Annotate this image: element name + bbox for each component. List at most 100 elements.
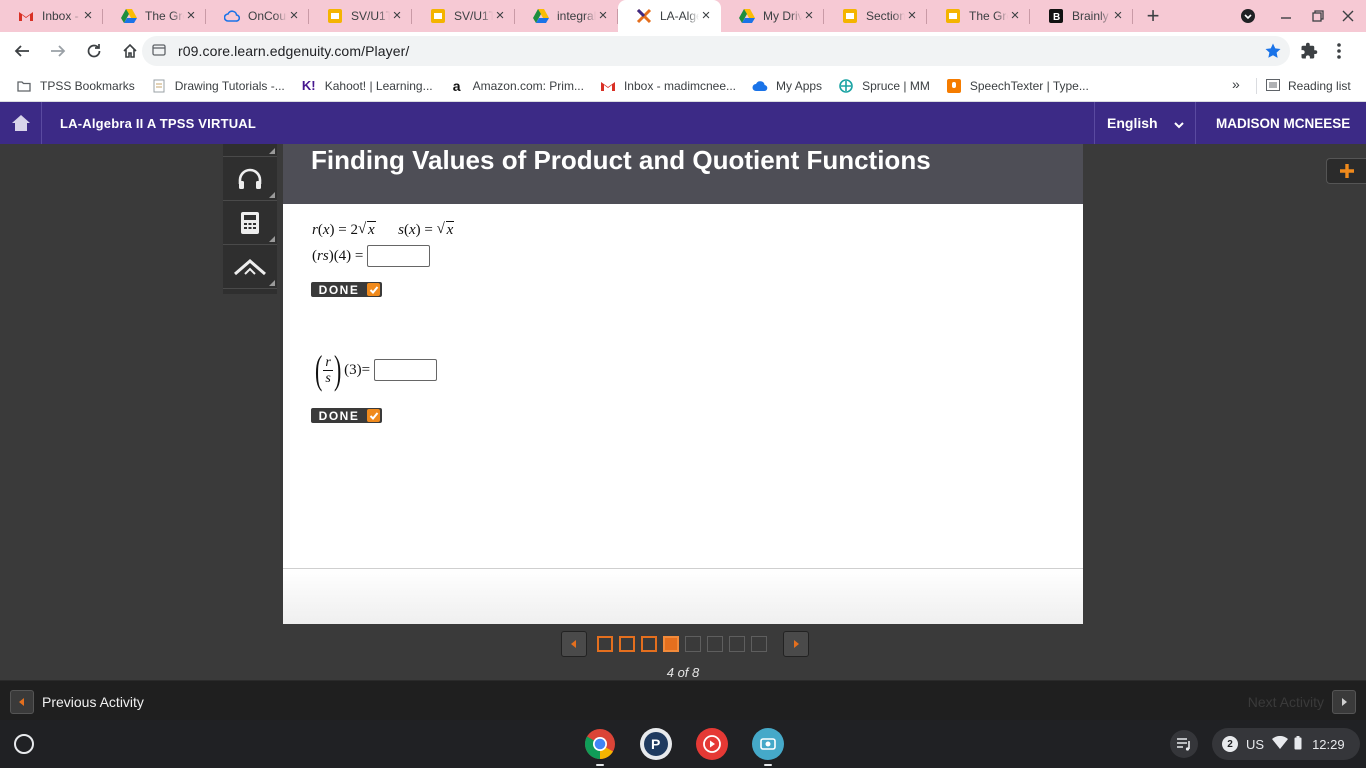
edgenuity-icon xyxy=(636,8,652,24)
page-box[interactable] xyxy=(597,636,613,652)
activity-bar: Previous Activity Next Activity xyxy=(0,680,1366,720)
bookmark-item[interactable]: K! Kahoot! | Learning... xyxy=(293,74,441,98)
page-box[interactable] xyxy=(729,636,745,652)
bookmark-label: Drawing Tutorials -... xyxy=(174,78,285,93)
previous-page-button[interactable] xyxy=(561,631,587,657)
chrome-app-icon[interactable] xyxy=(584,728,616,766)
app-running-indicator xyxy=(596,764,604,766)
bookmark-star-icon[interactable] xyxy=(1264,42,1282,63)
google-slides-icon xyxy=(945,8,961,24)
browser-tab[interactable]: The Great × xyxy=(927,0,1030,32)
calculator-tool-button[interactable] xyxy=(223,201,277,245)
restore-icon[interactable] xyxy=(1308,0,1328,32)
minimize-icon[interactable] xyxy=(1276,0,1296,32)
close-tab-icon[interactable]: × xyxy=(184,8,198,23)
browser-tab[interactable]: The Great × xyxy=(103,0,206,32)
next-page-button[interactable] xyxy=(783,631,809,657)
bookmark-item[interactable]: Spruce | MM xyxy=(830,74,938,98)
page-box[interactable] xyxy=(751,636,767,652)
close-tab-icon[interactable]: × xyxy=(596,8,610,23)
os-shelf: P 2 US 12:29 xyxy=(0,720,1366,768)
browser-tab[interactable]: Inbox - × xyxy=(0,0,103,32)
bookmark-item[interactable]: a Amazon.com: Prim... xyxy=(441,74,592,98)
headphones-icon xyxy=(238,168,262,189)
course-home-button[interactable] xyxy=(0,102,42,144)
screencastify-app-icon[interactable] xyxy=(752,728,784,766)
reload-icon[interactable] xyxy=(78,35,110,67)
new-tab-button[interactable]: + xyxy=(1133,0,1173,32)
quotient-answer-input[interactable] xyxy=(374,359,438,381)
media-controls-icon[interactable] xyxy=(1170,730,1198,758)
bookmark-label: Spruce | MM xyxy=(862,78,930,93)
browser-tab[interactable]: My Drive × xyxy=(721,0,824,32)
wifi-icon xyxy=(1272,735,1289,753)
close-tab-icon[interactable]: × xyxy=(905,8,919,23)
browser-tab[interactable]: B Brainly × xyxy=(1030,0,1133,32)
page-box[interactable] xyxy=(707,636,723,652)
bookmark-label: Amazon.com: Prim... xyxy=(472,78,584,93)
bookmark-item[interactable]: Inbox - madimcnee... xyxy=(592,74,744,98)
language-select[interactable]: English xyxy=(1094,102,1196,144)
bookmark-item[interactable]: My Apps xyxy=(744,74,830,98)
bookmark-item[interactable]: TPSS Bookmarks xyxy=(8,74,143,98)
tool-button-partial[interactable] xyxy=(223,144,277,157)
caret-left-icon xyxy=(571,640,576,648)
more-bookmarks-button[interactable]: » xyxy=(1232,76,1240,92)
audio-tool-button[interactable] xyxy=(223,157,277,201)
close-tab-icon[interactable]: × xyxy=(1008,8,1022,23)
page-box[interactable] xyxy=(641,636,657,652)
close-tab-icon[interactable]: × xyxy=(802,8,816,23)
site-info-icon[interactable] xyxy=(152,43,166,60)
product-function-label: rs xyxy=(317,247,329,264)
product-argument: (4) = xyxy=(333,247,364,264)
browser-tab-title: Brainly xyxy=(1072,9,1109,23)
status-tray[interactable]: 2 US 12:29 xyxy=(1212,728,1360,760)
page-box-current[interactable] xyxy=(663,636,679,652)
done-button-2[interactable]: DONE xyxy=(311,408,382,423)
tab-search-icon[interactable] xyxy=(1236,0,1260,32)
browser-tab[interactable]: Section × xyxy=(824,0,927,32)
close-tab-icon[interactable]: × xyxy=(699,8,713,23)
tools-sidebar xyxy=(223,144,277,294)
previous-activity-button[interactable]: Previous Activity xyxy=(10,690,144,714)
browser-tab[interactable]: OnCourse × xyxy=(206,0,309,32)
browser-tab[interactable]: integral × xyxy=(515,0,618,32)
product-answer-input[interactable] xyxy=(367,245,431,267)
bookmark-label: Inbox - madimcnee... xyxy=(623,78,737,93)
bookmark-item[interactable]: Drawing Tutorials -... xyxy=(143,74,293,98)
launcher-icon[interactable] xyxy=(14,734,34,754)
bookmark-item[interactable]: SpeechTexter | Type... xyxy=(938,74,1097,98)
calculator-icon xyxy=(241,211,259,234)
close-tab-icon[interactable]: × xyxy=(1111,8,1125,23)
browser-toolbar: r09.core.learn.edgenuity.com/Player/ xyxy=(0,32,1366,70)
back-icon[interactable] xyxy=(6,35,38,67)
caret-up-icon xyxy=(234,258,266,275)
youtube-app-icon[interactable] xyxy=(696,728,728,760)
reading-list-button[interactable]: Reading list xyxy=(1266,74,1351,98)
chrome-menu-icon[interactable] xyxy=(1336,42,1342,63)
page-box[interactable] xyxy=(685,636,701,652)
google-slides-icon xyxy=(842,8,858,24)
close-tab-icon[interactable]: × xyxy=(493,8,507,23)
close-tab-icon[interactable]: × xyxy=(81,8,95,23)
formula-tool-button[interactable] xyxy=(223,245,277,289)
page-box[interactable] xyxy=(619,636,635,652)
browser-tab[interactable]: SV/U1T × xyxy=(412,0,515,32)
done-button-1[interactable]: DONE xyxy=(311,282,382,297)
pear-deck-app-icon[interactable]: P xyxy=(640,728,672,760)
browser-tab-active[interactable]: LA-Algebra × xyxy=(618,0,721,32)
next-activity-button[interactable]: Next Activity xyxy=(1248,690,1356,714)
close-window-icon[interactable] xyxy=(1338,0,1358,32)
user-name[interactable]: MADISON MCNEESE xyxy=(1216,116,1350,131)
browser-tab[interactable]: SV/U1T × xyxy=(309,0,412,32)
bookmark-label: Kahoot! | Learning... xyxy=(324,78,433,93)
expand-corner-icon xyxy=(269,148,275,154)
extensions-puzzle-icon[interactable] xyxy=(1300,42,1318,63)
expand-plus-button[interactable] xyxy=(1326,158,1366,184)
gmail-icon xyxy=(18,8,34,24)
lesson-title: Finding Values of Product and Quotient F… xyxy=(311,145,931,175)
address-bar[interactable]: r09.core.learn.edgenuity.com/Player/ xyxy=(142,36,1290,66)
close-tab-icon[interactable]: × xyxy=(390,8,404,23)
close-tab-icon[interactable]: × xyxy=(287,8,301,23)
forward-icon[interactable] xyxy=(42,35,74,67)
